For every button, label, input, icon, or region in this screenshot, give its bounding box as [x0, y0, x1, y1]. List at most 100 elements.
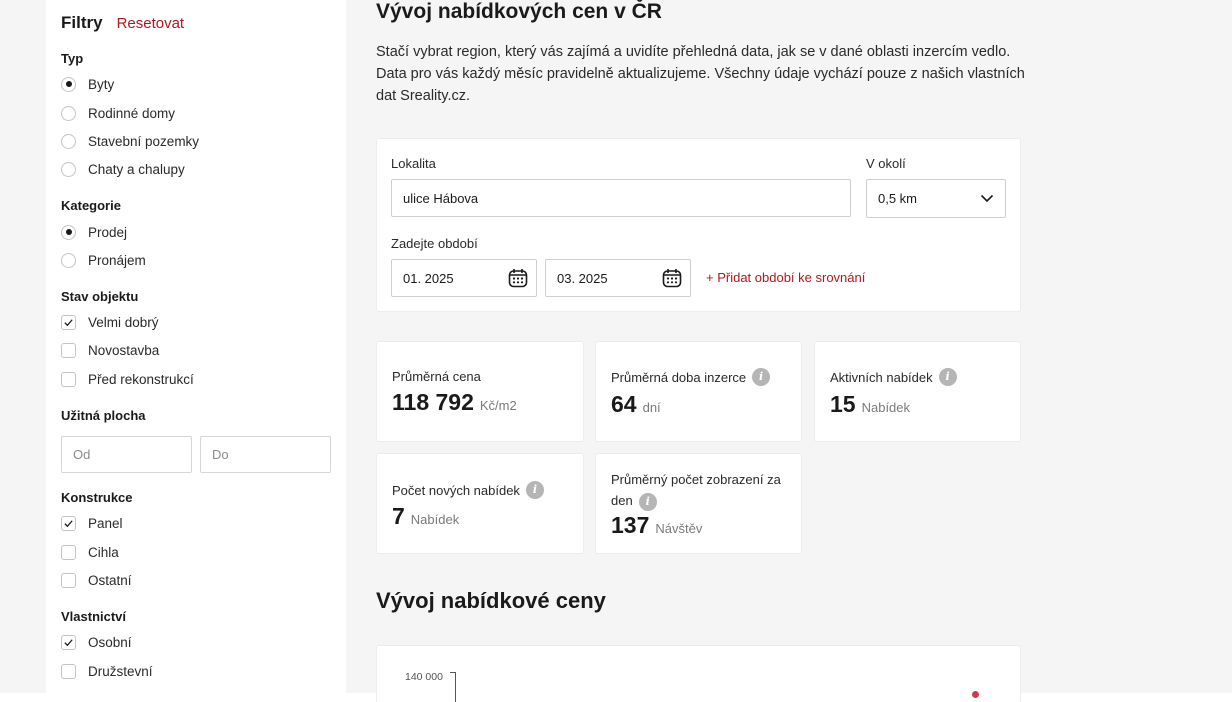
- option-label: Osobní: [88, 634, 132, 650]
- check-icon: [64, 318, 73, 326]
- option-label: Novostavba: [88, 342, 160, 358]
- area-to-input[interactable]: [200, 436, 331, 473]
- stat-label: Počet nových nabídek i: [392, 481, 544, 499]
- condition-option-novostavba[interactable]: Novostavba: [61, 341, 159, 359]
- stat-number: 64: [611, 391, 637, 417]
- y-axis-line: [455, 672, 456, 702]
- construction-option-ostatni[interactable]: Ostatní: [61, 571, 132, 589]
- type-option-byty[interactable]: Byty: [61, 75, 114, 93]
- option-label: Cihla: [88, 544, 119, 560]
- condition-group-title: Stav objektu: [61, 289, 139, 304]
- radio[interactable]: [61, 252, 76, 268]
- checkbox-checked[interactable]: [61, 634, 76, 650]
- avg-duration-card: Průměrná doba inzerce i 64 dní: [595, 341, 802, 442]
- option-label: Prodej: [88, 224, 128, 240]
- stat-label-text: den: [611, 493, 633, 508]
- radio[interactable]: [61, 105, 76, 121]
- check-icon: [64, 519, 73, 527]
- condition-option-pred-rekonstrukci[interactable]: Před rekonstrukcí: [61, 370, 194, 388]
- stat-number: 15: [830, 391, 856, 417]
- stat-label: Průměrný počet zobrazení za den i: [611, 469, 796, 511]
- reset-filters-link[interactable]: Resetovat: [117, 15, 185, 32]
- stat-label-text: Aktivních nabídek: [830, 369, 933, 385]
- option-label: Chaty a chalupy: [88, 161, 185, 177]
- stat-label: Průměrná cena: [392, 369, 481, 384]
- radius-select[interactable]: 0,5 km: [866, 179, 1006, 218]
- stat-number: 118 792: [392, 389, 474, 415]
- search-form-card: Lokalita V okolí 0,5 km Zadejte období 0…: [376, 138, 1021, 312]
- stat-unit: Návštěv: [655, 521, 703, 536]
- radius-value: 0,5 km: [878, 191, 918, 206]
- ownership-option-osobni[interactable]: Osobní: [61, 633, 132, 651]
- checkbox[interactable]: [61, 572, 76, 588]
- radio-selected[interactable]: [61, 224, 76, 240]
- checkbox[interactable]: [61, 371, 76, 387]
- info-icon[interactable]: i: [752, 368, 771, 386]
- calendar-icon[interactable]: [662, 268, 682, 288]
- info-icon[interactable]: i: [638, 493, 657, 511]
- type-option-chaty[interactable]: Chaty a chalupy: [61, 160, 185, 178]
- stat-label: Průměrná doba inzerce i: [611, 368, 771, 386]
- stat-label-text: Počet nových nabídek: [392, 482, 520, 498]
- price-chart-card: 140 000: [376, 645, 1021, 702]
- location-label: Lokalita: [391, 156, 436, 171]
- date-from-picker[interactable]: 01. 2025: [391, 259, 537, 297]
- stat-value: 118 792 Kč/m2: [392, 389, 517, 416]
- stat-label-text: Průměrná cena: [392, 369, 481, 384]
- filters-sidebar: Filtry Resetovat Typ Byty Rodinné domy S…: [46, 0, 346, 693]
- stat-value: 7 Nabídek: [392, 503, 459, 530]
- stat-label-text: Průměrný počet zobrazení za: [611, 472, 781, 487]
- area-group-title: Užitná plocha: [61, 408, 146, 423]
- stat-value: 64 dní: [611, 391, 661, 418]
- filters-title: Filtry: [61, 13, 103, 32]
- option-label: Ostatní: [88, 572, 132, 588]
- area-from-input[interactable]: [61, 436, 192, 473]
- category-option-prodej[interactable]: Prodej: [61, 223, 127, 241]
- stat-unit: Kč/m2: [479, 398, 517, 413]
- checkbox-checked[interactable]: [61, 515, 76, 531]
- info-icon[interactable]: i: [525, 481, 544, 499]
- calendar-icon[interactable]: [508, 268, 528, 288]
- radio[interactable]: [61, 133, 76, 149]
- location-input[interactable]: [391, 179, 851, 217]
- option-label: Rodinné domy: [88, 105, 176, 121]
- date-to-value: 03. 2025: [557, 270, 608, 286]
- avg-views-card: Průměrný počet zobrazení za den i 137 Náv…: [595, 453, 802, 554]
- checkbox[interactable]: [61, 342, 76, 358]
- stat-number: 7: [392, 503, 405, 529]
- chart-section-title: Vývoj nabídkové ceny: [376, 588, 606, 613]
- stat-label-text: Průměrná doba inzerce: [611, 369, 747, 385]
- stat-label: Aktivních nabídek i: [830, 368, 957, 386]
- stat-value: 137 Návštěv: [611, 512, 702, 539]
- y-tick-label: 140 000: [405, 671, 443, 683]
- option-label: Pronájem: [88, 252, 146, 268]
- construction-option-panel[interactable]: Panel: [61, 514, 123, 532]
- checkbox[interactable]: [61, 663, 76, 679]
- filters-header: Filtry Resetovat: [61, 13, 184, 33]
- check-icon: [64, 638, 73, 646]
- condition-option-velmi-dobry[interactable]: Velmi dobrý: [61, 313, 159, 331]
- category-option-pronajem[interactable]: Pronájem: [61, 251, 146, 269]
- period-label: Zadejte období: [391, 236, 478, 251]
- option-label: Panel: [88, 515, 123, 531]
- date-to-picker[interactable]: 03. 2025: [545, 259, 691, 297]
- info-icon[interactable]: i: [938, 368, 957, 386]
- option-label: Velmi dobrý: [88, 314, 159, 330]
- add-period-link[interactable]: + Přidat období ke srovnání: [706, 270, 865, 285]
- construction-option-cihla[interactable]: Cihla: [61, 543, 119, 561]
- type-option-rodinne-domy[interactable]: Rodinné domy: [61, 104, 175, 122]
- stat-unit: Nabídek: [410, 512, 460, 527]
- stat-unit: Nabídek: [861, 400, 911, 415]
- radio-selected[interactable]: [61, 76, 76, 92]
- radius-label: V okolí: [866, 156, 906, 171]
- date-from-value: 01. 2025: [403, 270, 454, 286]
- stat-value: 15 Nabídek: [830, 391, 910, 418]
- type-option-stavebni-pozemky[interactable]: Stavební pozemky: [61, 132, 199, 150]
- checkbox-checked[interactable]: [61, 314, 76, 330]
- chevron-down-icon: [980, 194, 994, 203]
- option-label: Družstevní: [88, 663, 153, 679]
- checkbox[interactable]: [61, 544, 76, 560]
- ownership-option-druzstevni[interactable]: Družstevní: [61, 662, 153, 680]
- active-offers-card: Aktivních nabídek i 15 Nabídek: [814, 341, 1021, 442]
- radio[interactable]: [61, 161, 76, 177]
